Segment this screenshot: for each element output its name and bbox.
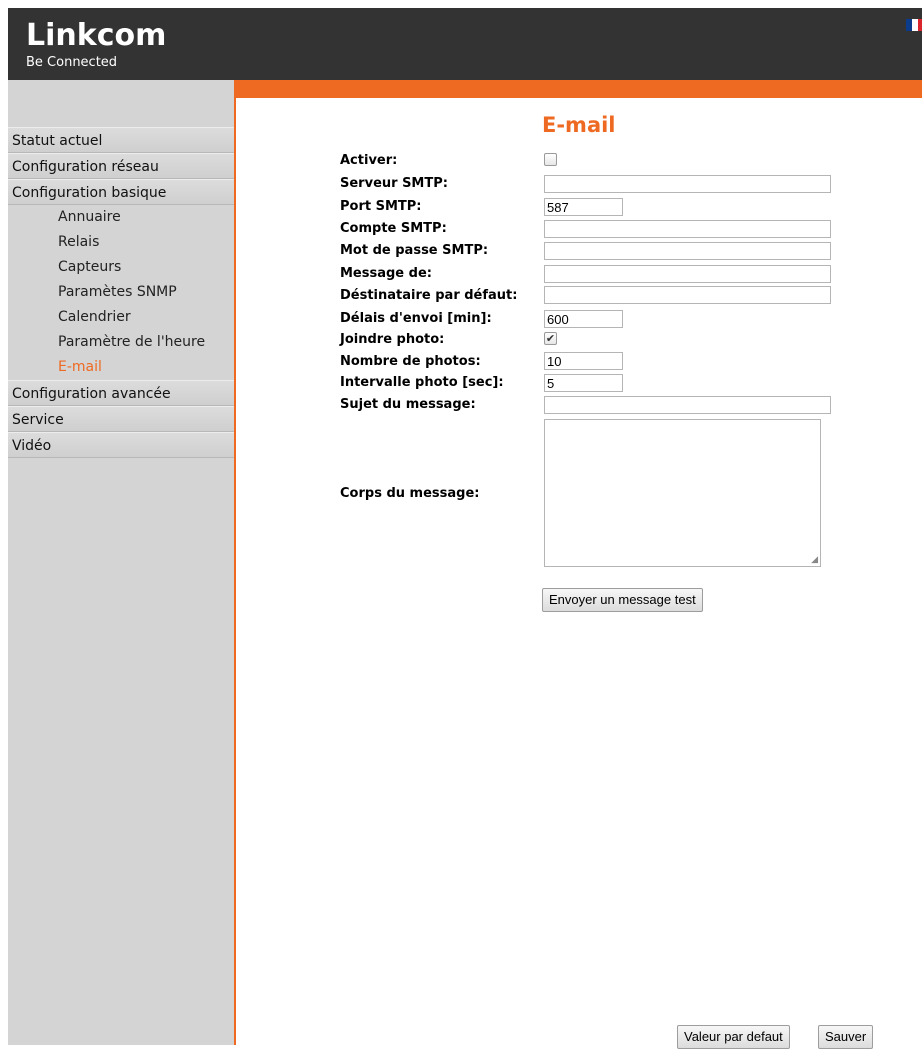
send-test-message-button[interactable]: Envoyer un message test	[542, 588, 703, 612]
joindre-photo-label: Joindre photo:	[340, 332, 445, 347]
message-de-input[interactable]	[544, 265, 831, 283]
compte-smtp-label: Compte SMTP:	[340, 221, 447, 236]
activer-label: Activer:	[340, 153, 398, 168]
activer-checkbox[interactable]	[544, 153, 557, 166]
corps-textarea[interactable]: ◢	[544, 419, 821, 567]
sidebar-nav: Statut actuel Configuration réseau Confi…	[8, 127, 234, 458]
brand-tagline: Be Connected	[26, 55, 118, 70]
french-flag-icon[interactable]	[906, 19, 922, 31]
destinataire-input[interactable]	[544, 286, 831, 304]
sidebar-item-calendrier[interactable]: Calendrier	[8, 305, 234, 330]
sidebar: Statut actuel Configuration réseau Confi…	[8, 80, 236, 1045]
destinataire-label: Déstinataire par défaut:	[340, 288, 518, 303]
brand-logo: Linkcom	[26, 18, 167, 53]
serveur-smtp-label: Serveur SMTP:	[340, 176, 448, 191]
sidebar-item-service[interactable]: Service	[8, 406, 234, 432]
nombre-photos-label: Nombre de photos:	[340, 354, 481, 369]
sidebar-item-configuration-reseau[interactable]: Configuration réseau	[8, 153, 234, 179]
mot-de-passe-label: Mot de passe SMTP:	[340, 243, 489, 258]
sidebar-item-video[interactable]: Vidéo	[8, 432, 234, 458]
sidebar-item-email[interactable]: E-mail	[8, 355, 234, 380]
mot-de-passe-input[interactable]	[544, 242, 831, 260]
compte-smtp-input[interactable]	[544, 220, 831, 238]
sidebar-item-configuration-basique[interactable]: Configuration basique	[8, 179, 234, 205]
intervalle-photo-input[interactable]	[544, 374, 623, 392]
corps-label: Corps du message:	[340, 486, 480, 501]
sujet-input[interactable]	[544, 396, 831, 414]
intervalle-photo-label: Intervalle photo [sec]:	[340, 375, 504, 390]
sidebar-item-relais[interactable]: Relais	[8, 230, 234, 255]
sujet-label: Sujet du message:	[340, 397, 476, 412]
sidebar-item-configuration-avancee[interactable]: Configuration avancée	[8, 380, 234, 406]
sidebar-item-statut-actuel[interactable]: Statut actuel	[8, 127, 234, 153]
sidebar-item-parametre-heure[interactable]: Paramètre de l'heure	[8, 330, 234, 355]
serveur-smtp-input[interactable]	[544, 175, 831, 193]
nombre-photos-input[interactable]	[544, 352, 623, 370]
joindre-photo-checkbox[interactable]: ✔	[544, 332, 557, 345]
header-bar: Linkcom Be Connected	[8, 8, 922, 80]
sidebar-item-parametres-snmp[interactable]: Paramètes SNMP	[8, 280, 234, 305]
port-smtp-input[interactable]	[544, 198, 623, 216]
default-values-button[interactable]: Valeur par defaut	[677, 1025, 790, 1049]
sidebar-item-capteurs[interactable]: Capteurs	[8, 255, 234, 280]
check-mark-icon: ✔	[545, 332, 556, 345]
delais-envoi-input[interactable]	[544, 310, 623, 328]
resize-grip-icon[interactable]: ◢	[811, 555, 818, 564]
page-title: E-mail	[542, 113, 616, 137]
message-de-label: Message de:	[340, 266, 432, 281]
sidebar-item-annuaire[interactable]: Annuaire	[8, 205, 234, 230]
delais-envoi-label: Délais d'envoi [min]:	[340, 311, 492, 326]
save-button[interactable]: Sauver	[818, 1025, 874, 1049]
port-smtp-label: Port SMTP:	[340, 199, 422, 214]
accent-bar	[236, 80, 922, 98]
